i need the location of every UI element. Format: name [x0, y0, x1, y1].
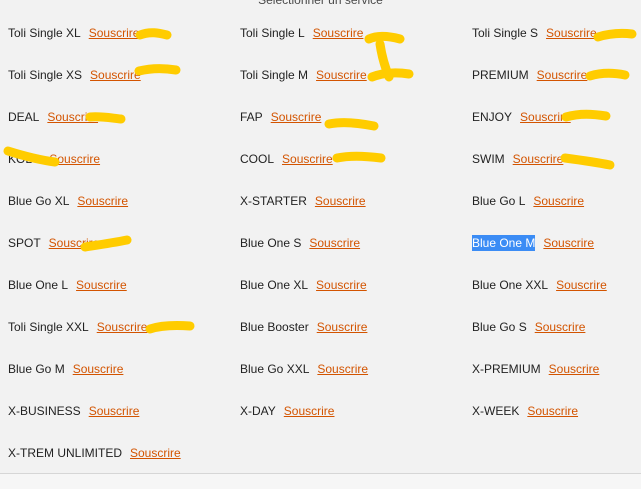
subscribe-link[interactable]: Souscrire: [527, 404, 578, 418]
subscribe-link[interactable]: Souscrire: [89, 404, 140, 418]
service-item: Blue One XXL Souscrire: [472, 264, 641, 306]
service-name: X-BUSINESS: [8, 404, 81, 418]
subscribe-link[interactable]: Souscrire: [543, 236, 594, 250]
subscribe-link[interactable]: Souscrire: [535, 320, 586, 334]
service-name: X-WEEK: [472, 404, 520, 418]
service-item: Blue Go XL Souscrire: [8, 180, 240, 222]
service-name: Blue One S: [240, 236, 302, 250]
service-name: Toli Single XL: [8, 26, 81, 40]
subscribe-link[interactable]: Souscrire: [130, 446, 181, 460]
subscribe-link[interactable]: Souscrire: [316, 278, 367, 292]
subscribe-link[interactable]: Souscrire: [49, 152, 100, 166]
service-item: X-DAY Souscrire: [240, 390, 472, 432]
service-name: FAP: [240, 110, 263, 124]
service-name: Toli Single M: [240, 68, 309, 82]
subscribe-link[interactable]: Souscrire: [549, 362, 600, 376]
service-name: X-STARTER: [240, 194, 307, 208]
service-item: Blue Booster Souscrire: [240, 306, 472, 348]
service-item: Blue One M Souscrire: [472, 222, 641, 264]
subscribe-link[interactable]: Souscrire: [513, 152, 564, 166]
service-item: Blue One L Souscrire: [8, 264, 240, 306]
service-name: KOLO: [8, 152, 42, 166]
service-name: SWIM: [472, 152, 505, 166]
subscribe-link[interactable]: Souscrire: [317, 362, 368, 376]
subscribe-link[interactable]: Souscrire: [317, 320, 368, 334]
subscribe-link[interactable]: Souscrire: [309, 236, 360, 250]
service-name: COOL: [240, 152, 275, 166]
service-name: Toli Single L: [240, 26, 305, 40]
service-name: X-DAY: [240, 404, 276, 418]
subscribe-link[interactable]: Souscrire: [49, 236, 100, 250]
service-item: Toli Single L Souscrire: [240, 12, 472, 54]
page-title: Sélectionner un service: [258, 0, 383, 7]
subscribe-link[interactable]: Souscrire: [73, 362, 124, 376]
subscribe-link[interactable]: Souscrire: [537, 68, 588, 82]
subscribe-link[interactable]: Souscrire: [520, 110, 571, 124]
service-item: COOL Souscrire: [240, 138, 472, 180]
subscribe-link[interactable]: Souscrire: [271, 110, 322, 124]
service-item: FAP Souscrire: [240, 96, 472, 138]
subscribe-link[interactable]: Souscrire: [77, 194, 128, 208]
service-item: Blue Go S Souscrire: [472, 306, 641, 348]
service-item: X-TREM UNLIMITED Souscrire: [8, 432, 240, 474]
service-item: Blue Go L Souscrire: [472, 180, 641, 222]
service-item: Toli Single XXL Souscrire: [8, 306, 240, 348]
service-name: Blue Go XL: [8, 194, 70, 208]
subscribe-link[interactable]: Souscrire: [313, 26, 364, 40]
service-item: X-WEEK Souscrire: [472, 390, 641, 432]
service-name: Blue Go M: [8, 362, 65, 376]
service-name: Blue Go S: [472, 320, 527, 334]
service-item: X-PREMIUM Souscrire: [472, 348, 641, 390]
subscribe-link[interactable]: Souscrire: [76, 278, 127, 292]
service-item: Blue One XL Souscrire: [240, 264, 472, 306]
service-name: Blue One L: [8, 278, 69, 292]
service-name: Toli Single XXL: [8, 320, 89, 334]
service-name: PREMIUM: [472, 68, 529, 82]
subscribe-link[interactable]: Souscrire: [546, 26, 597, 40]
subscribe-link[interactable]: Souscrire: [90, 68, 141, 82]
service-item: KOLO Souscrire: [8, 138, 240, 180]
service-item: Blue One S Souscrire: [240, 222, 472, 264]
subscribe-link[interactable]: Souscrire: [556, 278, 607, 292]
service-name: Toli Single S: [472, 26, 539, 40]
service-name-selected: Blue One M: [472, 235, 536, 251]
service-item: X-STARTER Souscrire: [240, 180, 472, 222]
service-item: Blue Go XXL Souscrire: [240, 348, 472, 390]
subscribe-link[interactable]: Souscrire: [533, 194, 584, 208]
service-item: SWIM Souscrire: [472, 138, 641, 180]
service-item: Blue Go M Souscrire: [8, 348, 240, 390]
service-item: DEAL Souscrire: [8, 96, 240, 138]
service-name: Blue Go L: [472, 194, 526, 208]
service-name: Blue One XXL: [472, 278, 549, 292]
bottom-strip: [0, 474, 641, 489]
subscribe-link[interactable]: Souscrire: [89, 26, 140, 40]
subscribe-link[interactable]: Souscrire: [315, 194, 366, 208]
service-name: SPOT: [8, 236, 41, 250]
service-item: Toli Single XL Souscrire: [8, 12, 240, 54]
service-name: Blue Booster: [240, 320, 309, 334]
service-item: Toli Single S Souscrire: [472, 12, 641, 54]
subscribe-link[interactable]: Souscrire: [284, 404, 335, 418]
subscribe-link[interactable]: Souscrire: [47, 110, 98, 124]
service-name: Blue One XL: [240, 278, 309, 292]
service-name: Blue Go XXL: [240, 362, 310, 376]
service-item: Toli Single XS Souscrire: [8, 54, 240, 96]
service-item: X-BUSINESS Souscrire: [8, 390, 240, 432]
service-name: ENJOY: [472, 110, 513, 124]
service-item: ENJOY Souscrire: [472, 96, 641, 138]
subscribe-link[interactable]: Souscrire: [316, 68, 367, 82]
service-item: PREMIUM Souscrire: [472, 54, 641, 96]
service-item: SPOT Souscrire: [8, 222, 240, 264]
service-name: Toli Single XS: [8, 68, 83, 82]
service-name: X-PREMIUM: [472, 362, 541, 376]
service-item: Toli Single M Souscrire: [240, 54, 472, 96]
subscribe-link[interactable]: Souscrire: [97, 320, 148, 334]
service-name: DEAL: [8, 110, 40, 124]
service-name: X-TREM UNLIMITED: [8, 446, 122, 460]
subscribe-link[interactable]: Souscrire: [282, 152, 333, 166]
service-grid: Toli Single XL Souscrire Toli Single L Sou…: [8, 12, 641, 474]
